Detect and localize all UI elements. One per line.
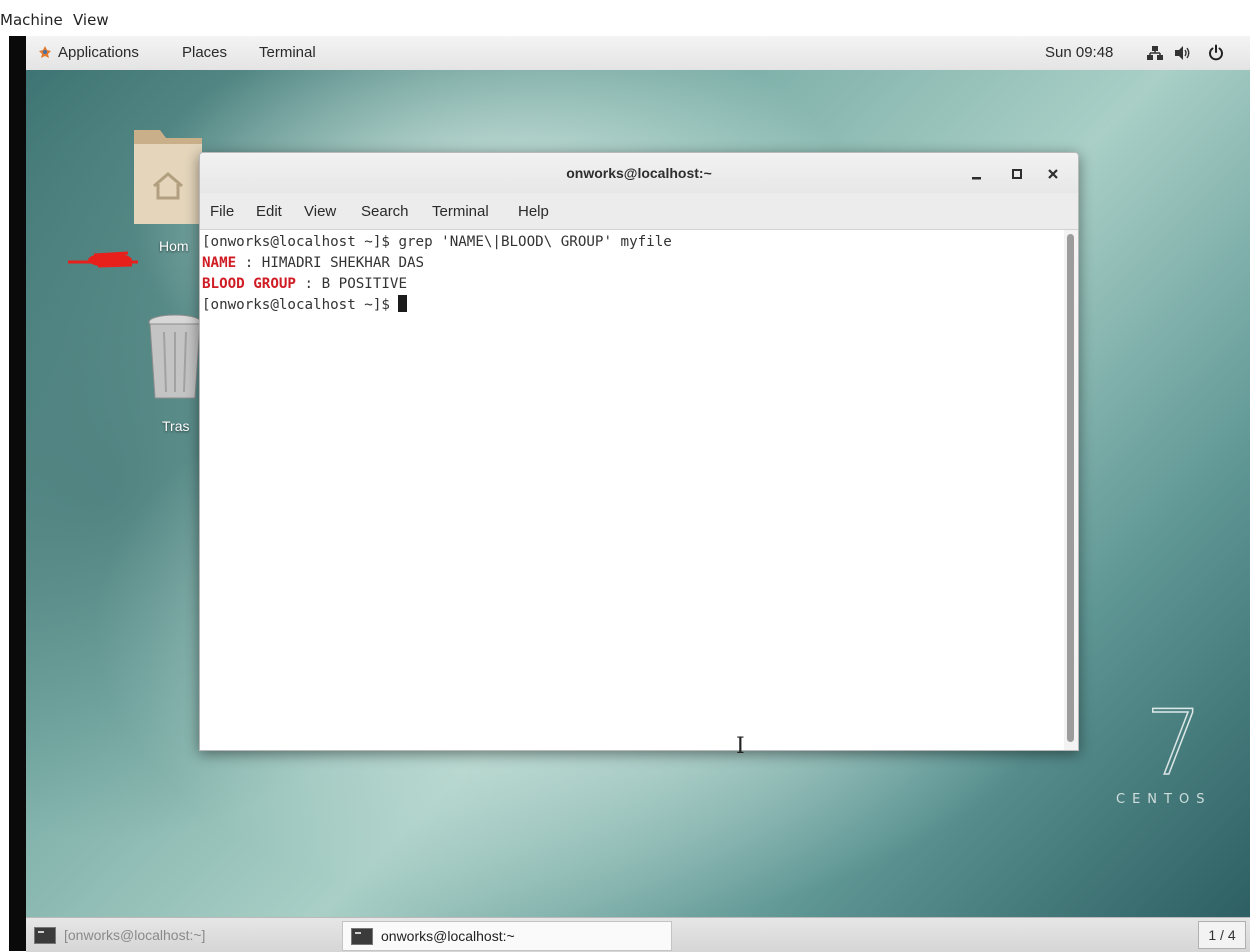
terminal-menubar: File Edit View Search Terminal Help — [200, 193, 1078, 230]
taskbar: [onworks@localhost:~] onworks@localhost:… — [26, 917, 1250, 952]
ibeam-cursor-icon: I — [736, 734, 745, 759]
prompt-text: [onworks@localhost ~]$ — [202, 297, 399, 313]
terminal-window[interactable]: onworks@localhost:~ File Edit View Searc… — [199, 152, 1079, 751]
red-annotation-mark — [68, 251, 138, 268]
vm-menu-view[interactable]: View — [73, 11, 109, 29]
trash-icon[interactable] — [146, 314, 204, 402]
taskbar-item-label: onworks@localhost:~ — [381, 928, 515, 944]
maximize-icon[interactable] — [1006, 163, 1028, 185]
window-titlebar[interactable]: onworks@localhost:~ — [200, 153, 1078, 193]
menu-view[interactable]: View — [304, 203, 336, 220]
terminal-line-match-2: BLOOD GROUP : B POSITIVE — [202, 274, 407, 295]
taskbar-item-inactive[interactable]: [onworks@localhost:~] — [26, 921, 331, 949]
volume-icon[interactable] — [1174, 45, 1192, 61]
taskbar-item-active[interactable]: onworks@localhost:~ — [342, 921, 672, 951]
clock[interactable]: Sun 09:48 — [1045, 44, 1113, 61]
vm-border-strip — [9, 36, 26, 951]
terminal-app-menu[interactable]: Terminal — [259, 44, 316, 61]
match-rest: : HIMADRI SHEKHAR DAS — [236, 255, 425, 271]
terminal-line-match-1: NAME : HIMADRI SHEKHAR DAS — [202, 253, 424, 274]
desktop: Hom Tras 7 CENTOS onworks@localhost:~ Fi… — [26, 70, 1250, 917]
vm-menu-machine[interactable]: Machine — [0, 11, 63, 29]
centos-7-logo: 7 — [1145, 698, 1204, 778]
applications-menu[interactable]: Applications — [38, 44, 139, 61]
command-text: [onworks@localhost ~]$ grep 'NAME\|BLOOD… — [202, 234, 672, 250]
terminal-output[interactable]: [onworks@localhost ~]$ grep 'NAME\|BLOOD… — [200, 230, 1064, 750]
top-panel: Applications Places Terminal Sun 09:48 — [26, 36, 1250, 71]
text-cursor — [398, 295, 408, 312]
applications-icon — [39, 46, 51, 58]
menu-edit[interactable]: Edit — [256, 203, 282, 220]
trash-label[interactable]: Tras — [162, 418, 189, 434]
home-folder-icon[interactable] — [132, 126, 204, 226]
close-icon[interactable] — [1042, 163, 1064, 185]
terminal-icon — [34, 927, 56, 944]
match-highlight: BLOOD GROUP — [202, 276, 296, 292]
terminal-line-prompt: [onworks@localhost ~]$ — [202, 295, 408, 316]
places-menu[interactable]: Places — [182, 44, 227, 61]
match-rest: : B POSITIVE — [295, 276, 408, 292]
centos-wordmark: CENTOS — [1116, 792, 1212, 807]
centos-version: 7 — [1145, 698, 1202, 778]
network-icon[interactable] — [1146, 45, 1164, 61]
applications-label: Applications — [58, 44, 139, 61]
menu-search[interactable]: Search — [361, 203, 409, 220]
window-title: onworks@localhost:~ — [566, 165, 712, 181]
menu-terminal[interactable]: Terminal — [432, 203, 489, 220]
home-folder-label[interactable]: Hom — [159, 238, 189, 254]
scrollbar[interactable] — [1064, 230, 1078, 750]
taskbar-item-label: [onworks@localhost:~] — [64, 927, 206, 943]
match-highlight: NAME — [202, 255, 237, 271]
workspace-switcher[interactable]: 1 / 4 — [1198, 921, 1246, 949]
scrollbar-thumb[interactable] — [1067, 234, 1074, 742]
vm-menubar: Machine View — [0, 0, 1250, 36]
menu-help[interactable]: Help — [518, 203, 549, 220]
menu-file[interactable]: File — [210, 203, 234, 220]
terminal-icon — [351, 928, 373, 945]
power-icon[interactable] — [1207, 44, 1225, 62]
terminal-line-command: [onworks@localhost ~]$ grep 'NAME\|BLOOD… — [202, 232, 672, 253]
minimize-icon[interactable] — [966, 163, 988, 185]
